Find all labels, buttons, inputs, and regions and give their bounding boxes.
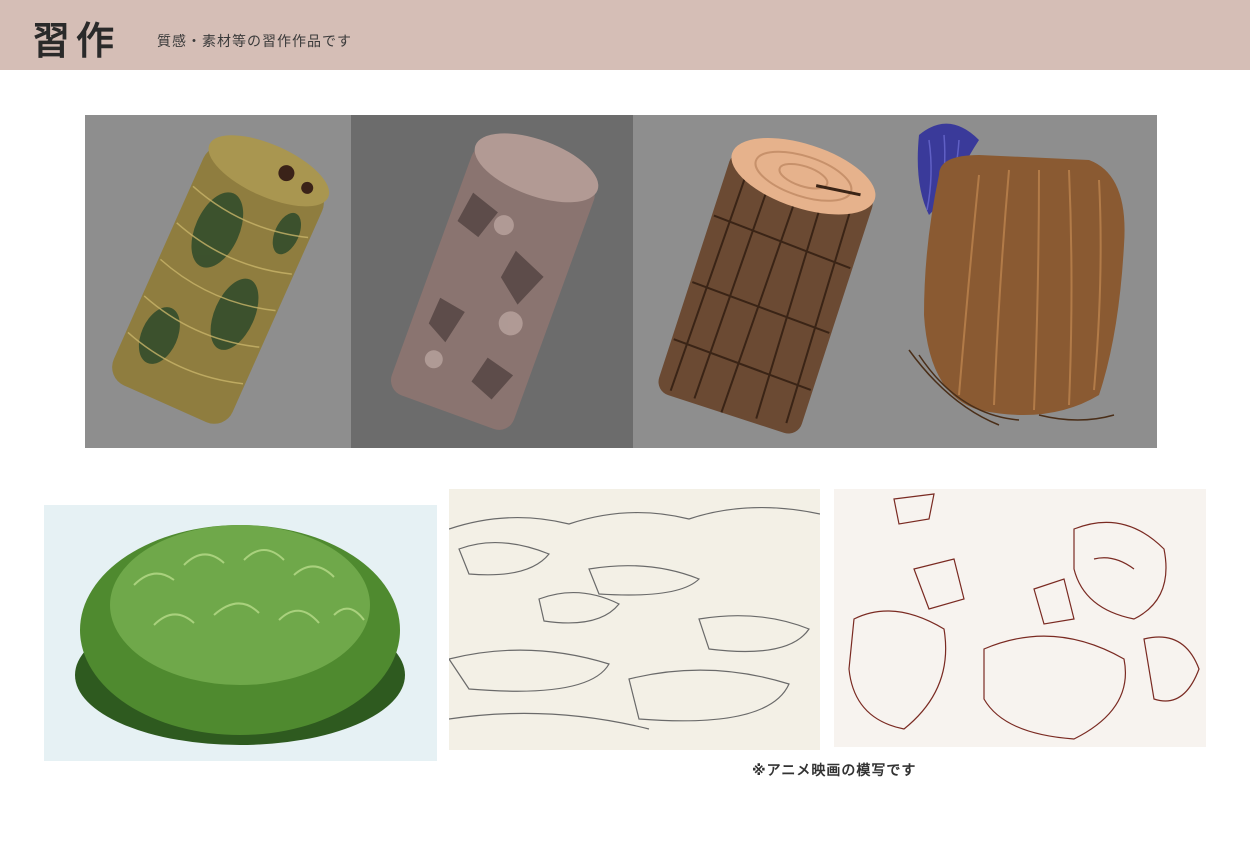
moss-study bbox=[44, 505, 437, 761]
snake-scale-study bbox=[85, 115, 351, 448]
landscape-sketch-image bbox=[449, 506, 820, 730]
stone-texture-study bbox=[351, 115, 633, 448]
wood-log-study bbox=[633, 115, 899, 448]
hair-image bbox=[908, 123, 1125, 426]
page-subtitle: 質感・素材等の習作作品です bbox=[157, 34, 352, 50]
landscape-sketch bbox=[449, 489, 820, 750]
moss-mound-image bbox=[75, 525, 405, 745]
wood-log-image bbox=[658, 137, 876, 434]
page-header: 習作 質感・素材等の習作作品です bbox=[0, 0, 1250, 70]
character-sketch bbox=[834, 489, 1206, 747]
page-title: 習作 bbox=[32, 19, 121, 63]
snake-cylinder-image bbox=[112, 135, 330, 424]
stone-cylinder-image bbox=[390, 133, 599, 430]
character-sketch-image bbox=[848, 493, 1200, 740]
anime-copy-note: ※アニメ映画の模写です bbox=[752, 763, 917, 779]
hair-study bbox=[899, 115, 1157, 448]
